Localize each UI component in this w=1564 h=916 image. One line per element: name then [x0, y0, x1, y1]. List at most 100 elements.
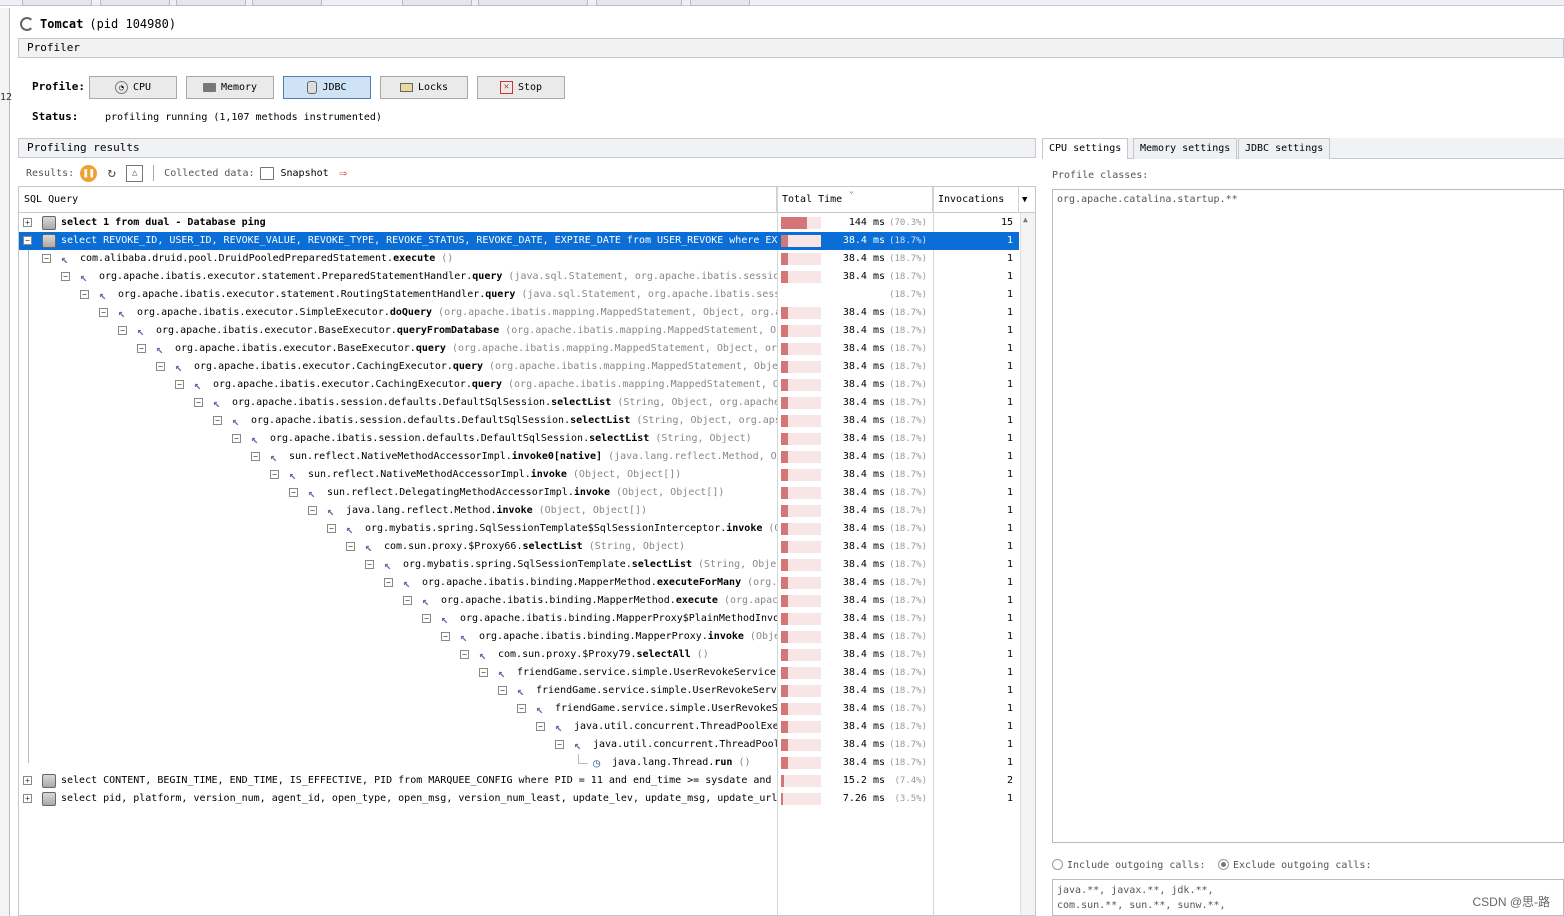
collapse-icon[interactable]: − — [365, 560, 374, 569]
table-row[interactable]: − org.apache.ibatis.executor.CachingExecu… — [19, 358, 1019, 376]
collapse-icon[interactable]: − — [175, 380, 184, 389]
memory-button[interactable]: Memory — [186, 76, 274, 99]
collapse-icon[interactable]: − — [289, 488, 298, 497]
table-row[interactable]: − com.sun.proxy.$Proxy79.selectAll () 38.4… — [19, 646, 1019, 664]
delta-icon[interactable]: △ — [126, 164, 144, 182]
table-row[interactable]: − org.apache.ibatis.binding.MapperMethod.… — [19, 574, 1019, 592]
collapse-icon[interactable]: − — [156, 362, 165, 371]
table-row[interactable]: − com.alibaba.druid.pool.DruidPooledPrepa… — [19, 250, 1019, 268]
exclude-outgoing-option[interactable]: Exclude outgoing calls: — [1218, 859, 1371, 871]
table-row[interactable]: − org.apache.ibatis.binding.MapperMethod.… — [19, 592, 1019, 610]
export-icon[interactable]: ⇨ — [335, 165, 352, 182]
table-row[interactable]: −friendGame.service.simple.UserRevokeS38… — [19, 700, 1019, 718]
table-row[interactable]: − com.sun.proxy.$Proxy66.selectList (Stri… — [19, 538, 1019, 556]
stop-button[interactable]: ✕ Stop — [477, 76, 565, 99]
table-row[interactable]: − org.apache.ibatis.executor.SimpleExecut… — [19, 304, 1019, 322]
table-row[interactable]: − sun.reflect.NativeMethodAccessorImpl.in… — [19, 448, 1019, 466]
collapse-icon[interactable]: − — [308, 506, 317, 515]
collapse-icon[interactable]: − — [61, 272, 70, 281]
table-row[interactable]: − sun.reflect.NativeMethodAccessorImpl.in… — [19, 466, 1019, 484]
table-row[interactable]: − select REVOKE_ID, USER_ID, REVOKE_VALUE… — [19, 232, 1019, 250]
table-row[interactable]: − org.apache.ibatis.executor.CachingExecu… — [19, 376, 1019, 394]
snapshot-button[interactable]: Snapshot — [280, 168, 328, 179]
collapse-icon[interactable]: − — [232, 434, 241, 443]
table-row[interactable]: + select pid, platform, version_num, agen… — [19, 790, 1019, 808]
table-row[interactable]: − org.mybatis.spring.SqlSessionTemplate$S… — [19, 520, 1019, 538]
table-row[interactable]: −java.util.concurrent.ThreadPoolExe38.4 … — [19, 718, 1019, 736]
profile-classes-textarea[interactable]: org.apache.catalina.startup.** — [1052, 189, 1564, 843]
collapse-icon[interactable]: − — [99, 308, 108, 317]
column-sql-query[interactable]: SQL Query — [19, 187, 777, 213]
vertical-scrollbar[interactable]: ▲ — [1020, 213, 1035, 915]
locks-button[interactable]: Locks — [380, 76, 468, 99]
collapse-icon[interactable]: − — [80, 290, 89, 299]
collapse-icon[interactable]: − — [194, 398, 203, 407]
tab-cpu-settings[interactable]: CPU settings — [1042, 138, 1129, 159]
table-row[interactable]: − org.apache.ibatis.executor.BaseExecutor… — [19, 340, 1019, 358]
jdbc-button[interactable]: JDBC — [283, 76, 371, 99]
table-row[interactable]: − org.apache.ibatis.executor.statement.Ro… — [19, 286, 1019, 304]
table-row[interactable]: − friendGame.service.simple.UserRevokeSer… — [19, 664, 1019, 682]
collapse-icon[interactable]: − — [251, 452, 260, 461]
table-row[interactable]: − java.lang.reflect.Method.invoke (Object… — [19, 502, 1019, 520]
top-tab[interactable] — [252, 0, 322, 6]
collapse-icon[interactable]: − — [270, 470, 279, 479]
table-row[interactable]: − sun.reflect.DelegatingMethodAccessorImp… — [19, 484, 1019, 502]
table-row[interactable]: + select CONTENT, BEGIN_TIME, END_TIME, I… — [19, 772, 1019, 790]
top-tab[interactable] — [402, 0, 472, 6]
include-radio[interactable] — [1052, 859, 1063, 870]
collapse-icon[interactable]: − — [118, 326, 127, 335]
column-invocations[interactable]: Invocations — [933, 187, 1019, 213]
collapse-icon[interactable]: − — [555, 740, 564, 749]
collapse-icon[interactable]: − — [23, 236, 32, 245]
exclude-radio[interactable] — [1218, 859, 1229, 870]
time-bar-fill — [781, 523, 788, 535]
top-tab[interactable] — [596, 0, 682, 6]
cpu-button[interactable]: ◔ CPU — [89, 76, 177, 99]
column-total-time[interactable]: Total Time ⌄ — [777, 187, 933, 213]
snapshot-icon[interactable] — [260, 166, 275, 180]
collapse-icon[interactable]: − — [403, 596, 412, 605]
table-row[interactable]: ◷ java.lang.Thread.run () 38.4 ms (18.7%) 1 — [19, 754, 1019, 772]
collapse-icon[interactable]: − — [441, 632, 450, 641]
tab-memory-settings[interactable]: Memory settings — [1133, 138, 1238, 159]
collapse-icon[interactable]: − — [42, 254, 51, 263]
table-row[interactable]: − org.apache.ibatis.executor.statement.Pr… — [19, 268, 1019, 286]
top-tab[interactable] — [478, 0, 588, 6]
expand-icon[interactable]: + — [23, 776, 32, 785]
refresh-icon[interactable]: ↻ — [103, 165, 120, 182]
table-row[interactable]: − org.apache.ibatis.session.defaults.Defa… — [19, 394, 1019, 412]
top-tab[interactable] — [690, 0, 750, 6]
collapse-icon[interactable]: − — [479, 668, 488, 677]
scroll-up-icon[interactable]: ▲ — [1023, 215, 1028, 224]
collapse-icon[interactable]: − — [213, 416, 222, 425]
collapse-icon[interactable]: − — [536, 722, 545, 731]
table-row[interactable]: + select 1 from dual - Database ping 144 m… — [19, 214, 1019, 232]
collapse-icon[interactable]: − — [498, 686, 507, 695]
include-outgoing-option[interactable]: Include outgoing calls: — [1052, 859, 1205, 871]
collapse-icon[interactable]: − — [460, 650, 469, 659]
table-row[interactable]: − org.apache.ibatis.binding.MapperProxy$P… — [19, 610, 1019, 628]
collapse-icon[interactable]: − — [137, 344, 146, 353]
top-tab[interactable] — [22, 0, 92, 6]
table-row[interactable]: − org.apache.ibatis.session.defaults.Defa… — [19, 430, 1019, 448]
expand-icon[interactable]: + — [23, 794, 32, 803]
collapse-icon[interactable]: − — [422, 614, 431, 623]
top-tab[interactable] — [100, 0, 170, 6]
table-row[interactable]: − friendGame.service.simple.UserRevokeSer… — [19, 682, 1019, 700]
table-row[interactable]: − org.apache.ibatis.session.defaults.Defa… — [19, 412, 1019, 430]
table-row[interactable]: − org.apache.ibatis.binding.MapperProxy.i… — [19, 628, 1019, 646]
pause-icon[interactable]: ❚❚ — [80, 164, 98, 182]
collapse-icon[interactable]: − — [517, 704, 526, 713]
collapse-icon[interactable]: − — [327, 524, 336, 533]
expand-icon[interactable]: + — [23, 218, 32, 227]
collapse-icon[interactable]: − — [346, 542, 355, 551]
top-tab[interactable] — [176, 0, 246, 6]
table-row[interactable]: − java.util.concurrent.ThreadPool 38.4 ms (… — [19, 736, 1019, 754]
table-row[interactable]: − org.mybatis.spring.SqlSessionTemplate.s… — [19, 556, 1019, 574]
tab-jdbc-settings[interactable]: JDBC settings — [1238, 138, 1331, 159]
collapse-icon[interactable]: − — [384, 578, 393, 587]
method-icon — [327, 504, 341, 518]
table-row[interactable]: − org.apache.ibatis.executor.BaseExecutor… — [19, 322, 1019, 340]
column-menu-icon[interactable]: ▼ — [1019, 187, 1035, 213]
